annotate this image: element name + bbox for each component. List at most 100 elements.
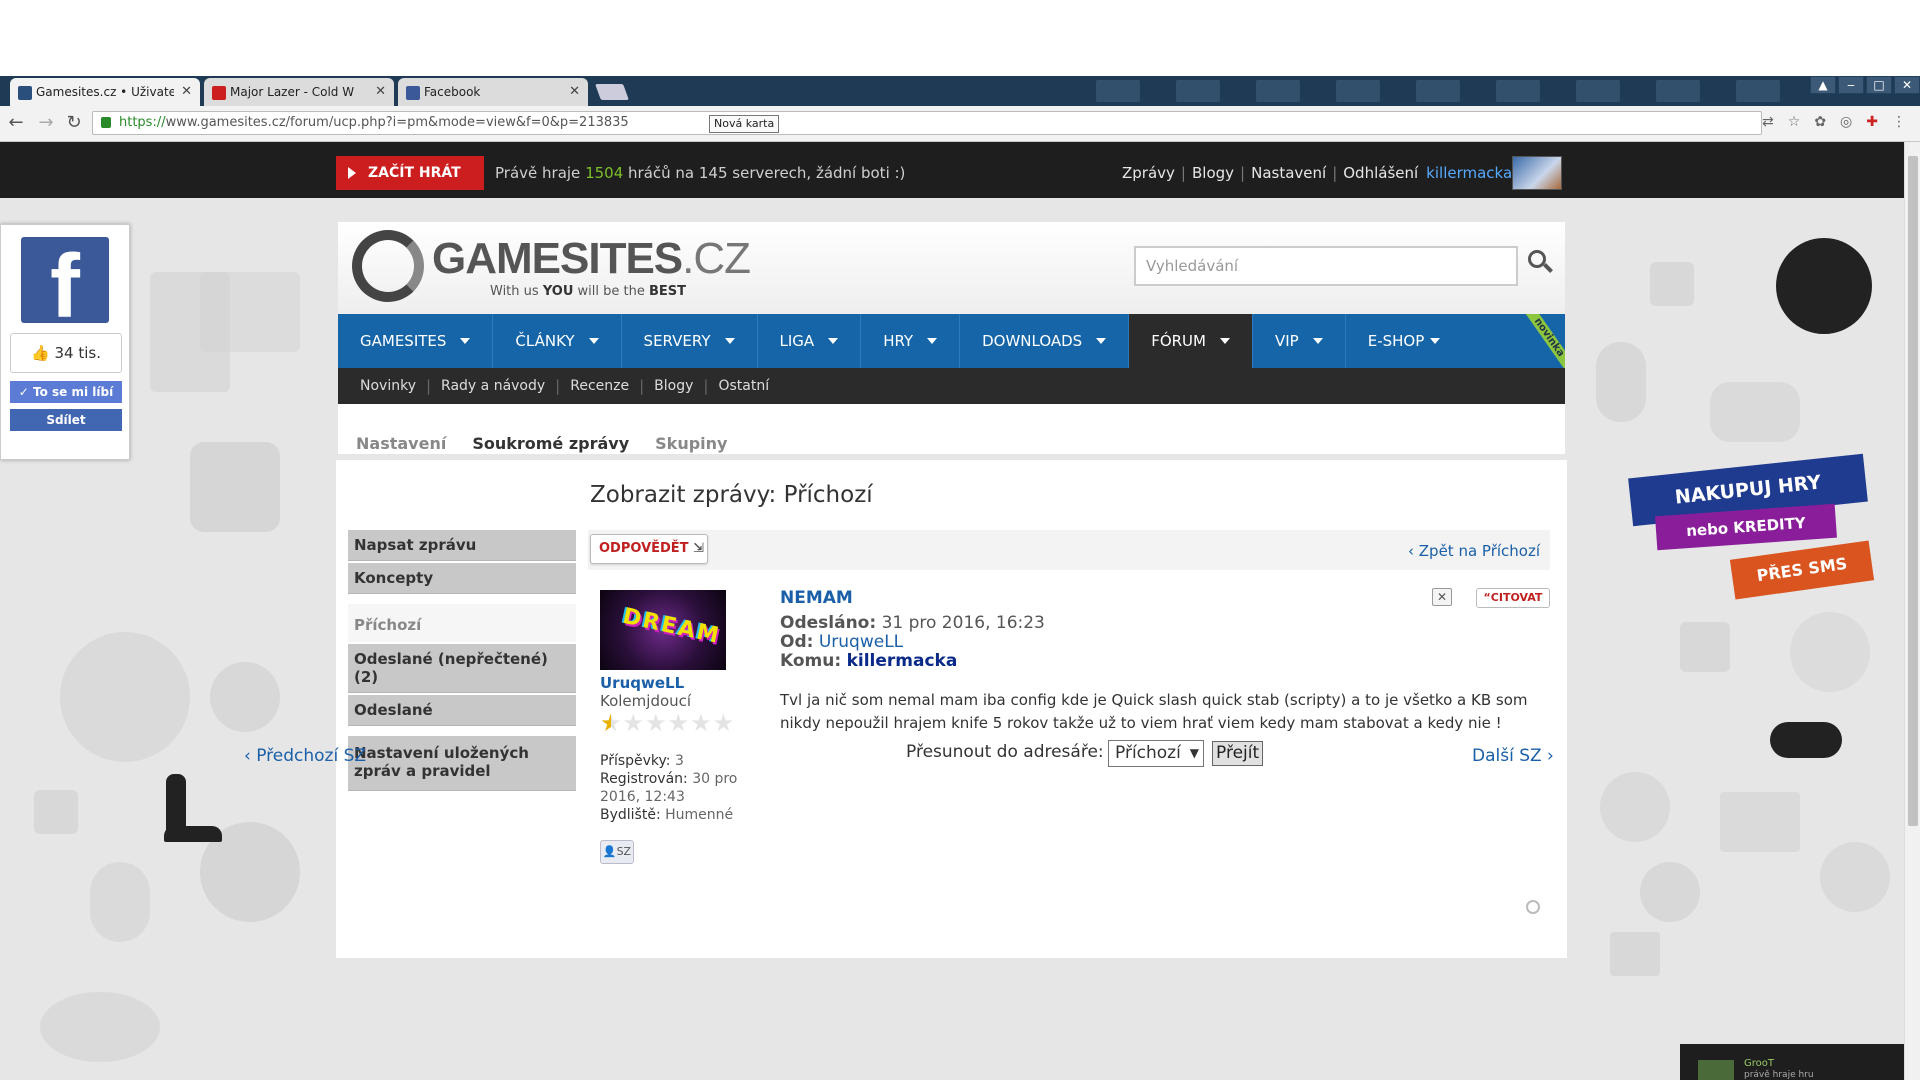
facebook-like-button[interactable]: ✓ To se mi líbí (10, 381, 122, 403)
subnav-news[interactable]: Novinky (360, 378, 416, 394)
menu-sent[interactable]: Odeslané (348, 695, 576, 726)
link-settings[interactable]: Nastavení (1251, 164, 1326, 182)
menu-drafts[interactable]: Koncepty (348, 563, 576, 594)
window-controls: ▲ ‒ □ ✕ (1808, 76, 1920, 94)
url-path: www.gamesites.cz/forum/ucp.php?i=pm&mode… (165, 115, 629, 130)
menu-outbox[interactable]: Odeslané (nepřečtené) (2) (348, 644, 576, 693)
nav-articles[interactable]: ČLÁNKY (493, 314, 622, 368)
subnav-blogs[interactable]: Blogy (654, 378, 693, 394)
nav-forum[interactable]: FÓRUM (1129, 314, 1253, 368)
menu-icon[interactable]: ⋮ (1892, 114, 1906, 130)
nav-servers[interactable]: SERVERY (622, 314, 758, 368)
close-tab-icon[interactable]: ✕ (375, 84, 386, 99)
minimize-icon[interactable]: ‒ (1838, 76, 1864, 94)
star-icon[interactable]: ☆ (1788, 114, 1801, 130)
tab-title: Facebook (424, 85, 481, 99)
reply-arrow-icon: ⇲ (693, 541, 704, 556)
facebook-share-button[interactable]: Sdílet (10, 409, 122, 431)
folder-select[interactable]: Příchozí ▼ (1108, 740, 1204, 767)
send-pm-button[interactable]: 👤SZ (600, 840, 634, 864)
dice-icon (1680, 622, 1730, 672)
url-scheme: https:// (119, 115, 166, 130)
link-blogs[interactable]: Blogy (1192, 164, 1234, 182)
subnav-other[interactable]: Ostatní (718, 378, 769, 394)
notification-user: GrooT (1744, 1058, 1774, 1069)
buy-games-banner[interactable]: NAKUPUJ HRY nebo KREDITY PŘES SMS (1622, 444, 1882, 614)
caret-down-icon (1430, 338, 1441, 344)
user-icon[interactable]: ▲ (1810, 76, 1836, 94)
to-user-link[interactable]: killermacka (847, 651, 958, 671)
message-toolbar: ODPOVĚDĚT ⇲ ‹ Zpět na Příchozí (588, 530, 1550, 570)
author-name[interactable]: UruqweLL (600, 674, 684, 692)
back-arrow-icon[interactable]: ← (6, 113, 26, 133)
url-input[interactable]: https://www.gamesites.cz/forum/ucp.php?i… (92, 111, 1762, 135)
browser-tab-facebook[interactable]: Facebook ✕ (398, 78, 588, 106)
menu-inbox[interactable]: Příchozí (348, 604, 576, 642)
reload-icon[interactable]: ↻ (64, 113, 84, 133)
star-empty-icon: ★ (690, 709, 712, 737)
username-link[interactable]: killermacka (1426, 164, 1512, 182)
back-to-top-icon[interactable] (1526, 900, 1540, 914)
headphones-icon (1600, 772, 1670, 842)
link-messages[interactable]: Zprávy (1122, 164, 1175, 182)
page-scrollbar[interactable] (1904, 142, 1920, 1080)
message-meta: Odesláno: 31 pro 2016, 16:23 Od: UruqweL… (780, 613, 1045, 671)
avatar[interactable] (1512, 156, 1562, 190)
new-tab-button[interactable] (595, 84, 629, 100)
sub-nav: Novinky | Rady a návody | Recenze | Blogy | … (338, 368, 1565, 404)
mouse-icon (90, 862, 150, 942)
search-input[interactable]: Vyhledávání (1134, 246, 1518, 286)
site-logo-icon[interactable] (352, 230, 424, 302)
menu-compose[interactable]: Napsat zprávu (348, 530, 576, 561)
tab-private-messages[interactable]: Soukromé zprávy (472, 434, 629, 453)
site-logo-text[interactable]: GAMESITES.CZ (432, 234, 751, 284)
close-tab-icon[interactable]: ✕ (569, 84, 580, 99)
go-button[interactable]: Přejít (1212, 741, 1264, 766)
start-playing-button[interactable]: ZAČÍT HRÁT (336, 156, 484, 190)
translate-icon[interactable]: ⇄ (1762, 114, 1774, 130)
browser-tab-gamesites[interactable]: Gamesites.cz • Uživatelsk ✕ (10, 78, 200, 106)
facebook-logo-icon[interactable]: f (21, 237, 109, 323)
link-logout[interactable]: Odhlášení (1343, 164, 1418, 182)
scrollbar-thumb[interactable] (1908, 156, 1918, 826)
menu-rules[interactable]: Nastavení uložených zpráv a pravidel (348, 736, 576, 791)
author-rank: Kolemjdoucí (600, 692, 692, 710)
author-avatar[interactable]: DREAM (600, 590, 726, 670)
message-post: NEMAM Odesláno: 31 pro 2016, 16:23 Od: U… (780, 588, 1550, 735)
reply-button[interactable]: ODPOVĚDĚT ⇲ (590, 534, 708, 564)
now-playing-notification[interactable]: GrooT právě hraje hru (1680, 1044, 1904, 1080)
youtube-favicon-icon (212, 86, 226, 100)
subnav-guides[interactable]: Rady a návody (441, 378, 545, 394)
delete-message-button[interactable]: ✕ (1432, 588, 1452, 606)
flag-icon[interactable]: ✚ (1866, 114, 1878, 130)
subnav-reviews[interactable]: Recenze (570, 378, 629, 394)
previous-pm-link[interactable]: ‹ Předchozí SZ (244, 746, 366, 766)
quote-button[interactable]: “CITOVAT (1476, 588, 1550, 608)
promo-line-3: PŘES SMS (1729, 540, 1875, 600)
caret-down-icon (1219, 338, 1230, 344)
nav-gamesites[interactable]: GAMESITES (338, 314, 494, 368)
user-icon: 👤 (602, 845, 617, 858)
nav-league[interactable]: LIGA (758, 314, 862, 368)
author-rating-stars: ★ ★ ★ ★ ★ ★ (600, 710, 734, 736)
caret-down-icon (1312, 338, 1323, 344)
forward-arrow-icon[interactable]: → (36, 113, 56, 133)
nav-games[interactable]: HRY (861, 314, 961, 368)
from-user-link[interactable]: UruqweLL (819, 632, 903, 652)
nav-vip[interactable]: VIP (1253, 314, 1346, 368)
browser-tab-youtube[interactable]: Major Lazer - Cold W ✕ (204, 78, 394, 106)
nav-eshop[interactable]: E-SHOP (1346, 314, 1463, 368)
tab-groups[interactable]: Skupiny (655, 434, 727, 453)
extension-icon[interactable]: ✿ (1814, 114, 1826, 130)
star-empty-icon: ★ (645, 709, 667, 737)
tab-settings[interactable]: Nastavení (356, 434, 446, 453)
close-window-icon[interactable]: ✕ (1894, 76, 1920, 94)
search-icon[interactable] (1528, 250, 1554, 276)
maximize-icon[interactable]: □ (1866, 76, 1892, 94)
back-to-inbox-link[interactable]: ‹ Zpět na Příchozí (1408, 542, 1540, 560)
close-tab-icon[interactable]: ✕ (181, 84, 192, 99)
nav-downloads[interactable]: DOWNLOADS (960, 314, 1130, 368)
next-pm-link[interactable]: Další SZ › (1472, 746, 1554, 766)
extension-icon[interactable]: ◎ (1840, 114, 1852, 130)
pm-side-menu: Napsat zprávu Koncepty Příchozí Odeslané… (348, 530, 576, 793)
